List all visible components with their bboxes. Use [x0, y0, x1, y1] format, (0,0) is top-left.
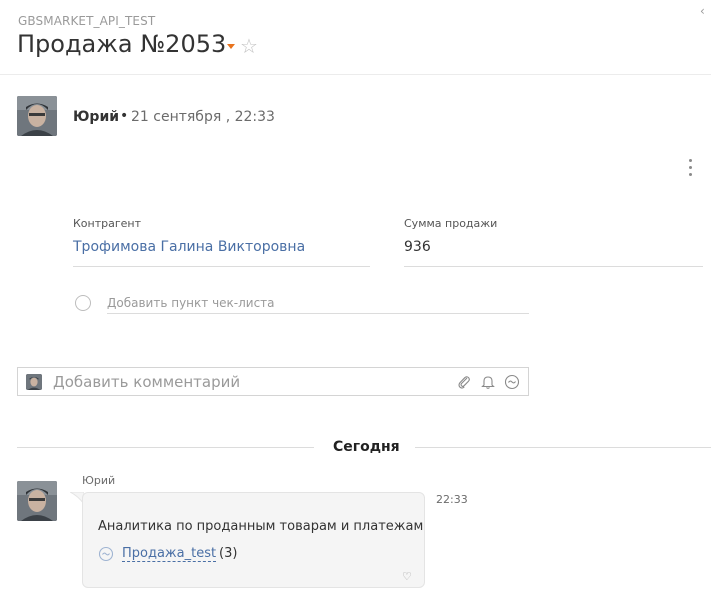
page-title: Продажа №2053 — [17, 30, 227, 58]
counterparty-label: Контрагент — [73, 217, 142, 230]
sale-amount-value[interactable]: 936 — [404, 239, 431, 255]
more-vertical-icon[interactable] — [686, 159, 696, 179]
day-label: Сегодня — [333, 439, 400, 455]
day-divider-left — [17, 447, 314, 448]
checklist-add-input[interactable]: Добавить пункт чек-листа — [107, 296, 275, 310]
comment-placeholder[interactable]: Добавить комментарий — [53, 373, 240, 391]
author-avatar[interactable] — [17, 96, 57, 136]
sale-link[interactable]: Продажа_test — [122, 546, 217, 562]
caret-down-icon[interactable] — [227, 44, 235, 49]
sale-link-count: (3) — [219, 546, 238, 561]
checklist-checkbox[interactable] — [75, 295, 91, 311]
message-text: Аналитика по проданным товарам и платежа… — [98, 519, 424, 534]
attach-icon[interactable] — [456, 374, 472, 390]
heart-icon[interactable]: ♡ — [402, 570, 412, 583]
chevron-left-icon[interactable]: ‹ — [700, 4, 705, 18]
counterparty-value[interactable]: Трофимова Галина Викторовна — [73, 239, 305, 255]
message-time: 22:33 — [436, 493, 468, 506]
counterparty-underline — [73, 266, 370, 267]
checklist-underline — [107, 313, 529, 314]
bell-icon[interactable] — [480, 374, 496, 390]
sale-amount-label: Сумма продажи — [404, 217, 498, 230]
sale-amount-underline — [404, 266, 703, 267]
author-name[interactable]: Юрий — [73, 109, 119, 125]
emoji-icon[interactable] — [504, 374, 520, 390]
star-icon[interactable]: ☆ — [240, 36, 258, 56]
post-date: 21 сентября , 22:33 — [131, 109, 275, 125]
project-label[interactable]: GBSMARKET_API_TEST — [18, 14, 155, 28]
message-avatar[interactable] — [17, 481, 57, 521]
message-bubble — [82, 492, 425, 588]
comment-avatar — [26, 374, 42, 390]
author-separator: • — [120, 108, 129, 124]
message-author[interactable]: Юрий — [82, 474, 115, 487]
day-divider-right — [415, 447, 711, 448]
sale-link-icon — [98, 546, 114, 562]
header-divider — [0, 74, 711, 75]
